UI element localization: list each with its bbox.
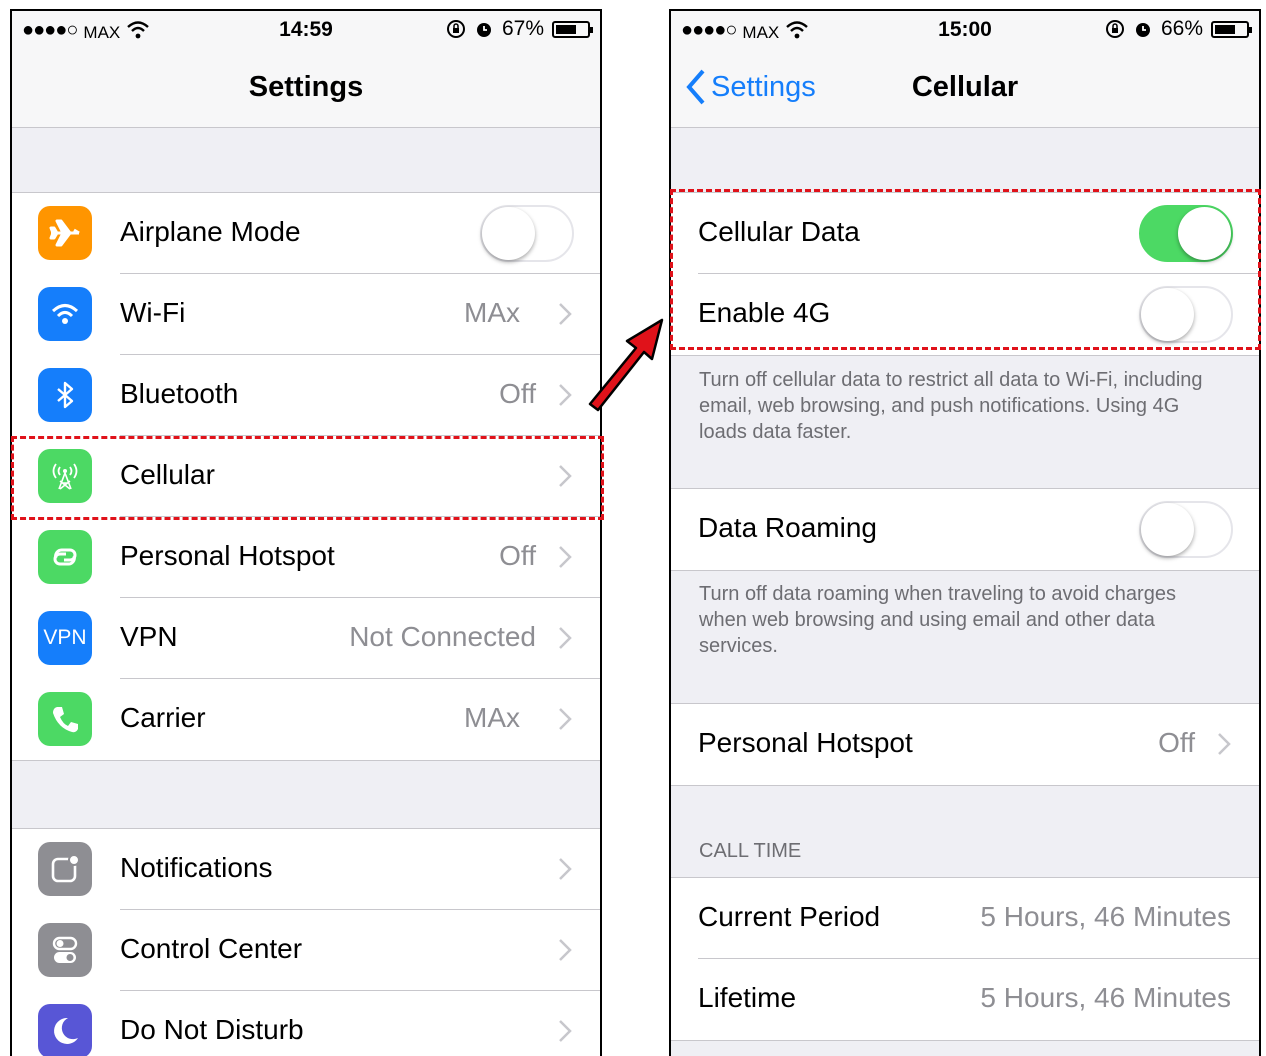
phone-icon bbox=[38, 692, 92, 746]
settings-item-carrier[interactable]: Carrier MAx bbox=[12, 679, 600, 760]
call-time-group: Current Period 5 Hours, 46 Minutes Lifet… bbox=[671, 877, 1259, 1041]
battery-icon bbox=[1211, 20, 1252, 38]
status-bar: ●●●●○ MAX 14:59 67% bbox=[12, 11, 600, 49]
settings-screen: ●●●●○ MAX 14:59 67% Settings Airplane Mo… bbox=[10, 9, 602, 1056]
rotation-lock-icon bbox=[446, 20, 465, 38]
settings-item-notifications[interactable]: Notifications bbox=[12, 829, 600, 910]
settings-item-bluetooth[interactable]: Bluetooth Off bbox=[12, 355, 600, 436]
airplane-icon bbox=[38, 206, 92, 260]
row-label: Wi-Fi bbox=[120, 297, 186, 328]
hotspot-icon bbox=[38, 530, 92, 584]
chevron-right-icon bbox=[559, 303, 572, 325]
status-bar: ●●●●○ MAX 15:00 66% bbox=[671, 11, 1259, 49]
row-label: Data Roaming bbox=[698, 512, 877, 543]
cellular-settings-highlight-box bbox=[670, 189, 1261, 350]
chevron-right-icon bbox=[559, 384, 572, 406]
row-label: Lifetime bbox=[698, 982, 797, 1013]
current-period-row: Current Period 5 Hours, 46 Minutes bbox=[671, 878, 1259, 959]
airplane-mode-toggle[interactable] bbox=[480, 205, 574, 262]
row-label: Notifications bbox=[120, 852, 273, 883]
personal-hotspot-row[interactable]: Personal Hotspot Off bbox=[671, 704, 1259, 785]
battery-percent: 67% bbox=[501, 17, 544, 40]
settings-item-airplane-mode[interactable]: Airplane Mode bbox=[12, 193, 600, 274]
row-value: Not Connected bbox=[349, 621, 536, 652]
settings-item-vpn[interactable]: VPN VPN Not Connected bbox=[12, 598, 600, 679]
chevron-right-icon bbox=[559, 708, 572, 730]
chevron-right-icon bbox=[559, 627, 572, 649]
nav-bar: Settings Cellular bbox=[671, 49, 1259, 128]
row-label: Airplane Mode bbox=[120, 216, 301, 247]
row-label: Bluetooth bbox=[120, 378, 239, 409]
data-roaming-toggle[interactable] bbox=[1139, 501, 1233, 558]
moon-icon bbox=[38, 1004, 92, 1056]
row-label: Control Center bbox=[120, 933, 303, 964]
row-value: Off bbox=[499, 540, 536, 571]
row-label: Current Period bbox=[698, 901, 881, 932]
row-label: VPN bbox=[120, 621, 178, 652]
row-value: Off bbox=[1158, 727, 1195, 758]
chevron-right-icon bbox=[1218, 733, 1231, 755]
cellular-highlight-box bbox=[11, 436, 604, 520]
row-label: Do Not Disturb bbox=[120, 1014, 304, 1045]
wifi-icon bbox=[38, 287, 92, 341]
control-center-icon bbox=[38, 923, 92, 977]
chevron-right-icon bbox=[559, 858, 572, 880]
alarm-icon bbox=[476, 23, 491, 37]
row-value: 5 Hours, 46 Minutes bbox=[980, 901, 1231, 932]
nav-bar: Settings bbox=[12, 49, 600, 128]
row-label: Personal Hotspot bbox=[120, 540, 335, 571]
chevron-right-icon bbox=[559, 546, 572, 568]
chevron-right-icon bbox=[559, 939, 572, 961]
cellular-data-footer: Turn off cellular data to restrict all d… bbox=[699, 369, 1203, 443]
battery-icon bbox=[552, 20, 593, 38]
arrow-icon bbox=[588, 318, 664, 412]
settings-item-wifi[interactable]: Wi-Fi MAx bbox=[12, 274, 600, 355]
rotation-lock-icon bbox=[1105, 20, 1124, 38]
row-value: MAx bbox=[464, 702, 520, 733]
alarm-icon bbox=[1135, 23, 1150, 37]
cellular-screen: ●●●●○ MAX 15:00 66% Settings Cellular Ce… bbox=[669, 9, 1261, 1056]
settings-group-system: Notifications Control Center Do Not Dist… bbox=[12, 828, 600, 1056]
row-label: Carrier bbox=[120, 702, 206, 733]
lifetime-row: Lifetime 5 Hours, 46 Minutes bbox=[671, 959, 1259, 1040]
row-label: Personal Hotspot bbox=[698, 727, 913, 758]
data-roaming-footer: Turn off data roaming when traveling to … bbox=[699, 583, 1176, 657]
row-value: Off bbox=[499, 378, 536, 409]
settings-item-do-not-disturb[interactable]: Do Not Disturb bbox=[12, 991, 600, 1056]
bluetooth-icon bbox=[38, 368, 92, 422]
notifications-icon bbox=[38, 842, 92, 896]
settings-item-control-center[interactable]: Control Center bbox=[12, 910, 600, 991]
data-roaming-row: Data Roaming bbox=[671, 489, 1259, 570]
vpn-icon: VPN bbox=[38, 611, 92, 665]
row-value: MAx bbox=[464, 297, 520, 328]
settings-item-personal-hotspot[interactable]: Personal Hotspot Off bbox=[12, 517, 600, 598]
call-time-header: CALL TIME bbox=[699, 840, 802, 862]
hotspot-group: Personal Hotspot Off bbox=[671, 703, 1259, 786]
battery-percent: 66% bbox=[1160, 17, 1203, 40]
page-title: Cellular bbox=[911, 71, 1019, 103]
row-value: 5 Hours, 46 Minutes bbox=[980, 982, 1231, 1013]
data-roaming-group: Data Roaming bbox=[671, 488, 1259, 571]
chevron-right-icon bbox=[559, 1020, 572, 1042]
page-title: Settings bbox=[248, 71, 364, 103]
